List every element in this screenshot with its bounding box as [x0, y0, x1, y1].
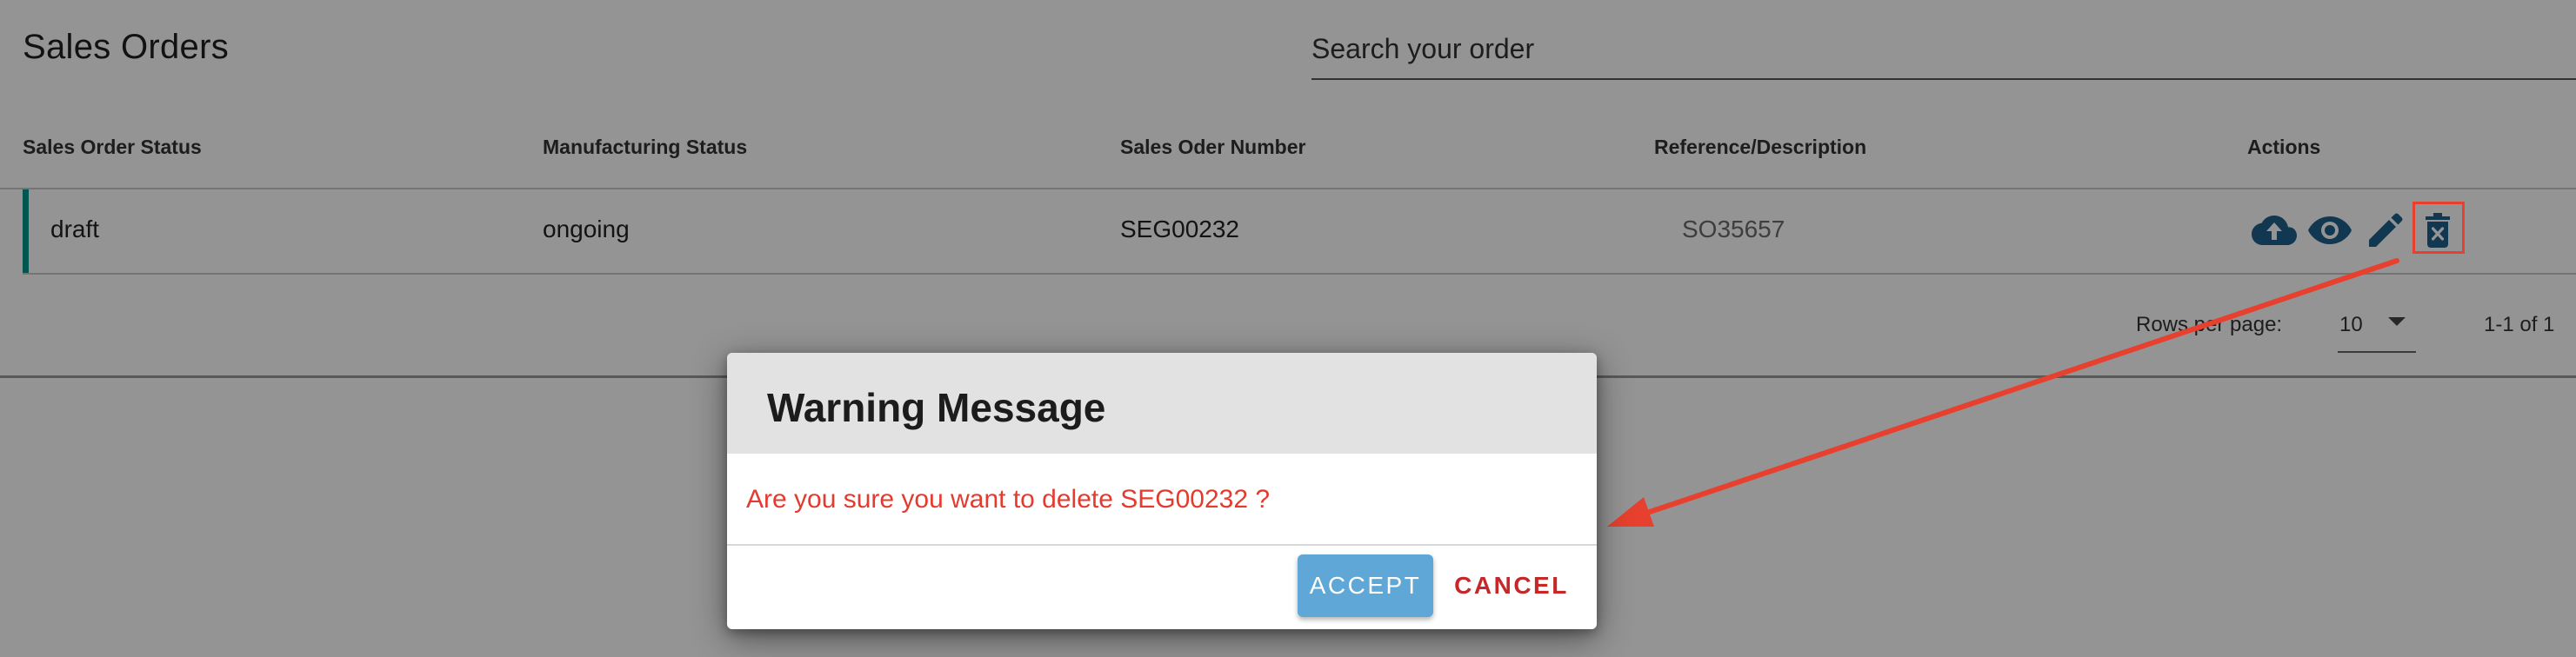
dialog-message: Are you sure you want to delete SEG00232…	[746, 485, 1271, 514]
dialog-body: Are you sure you want to delete SEG00232…	[727, 454, 1597, 546]
accept-button[interactable]: ACCEPT	[1298, 554, 1433, 617]
dialog-title: Warning Message	[767, 385, 1106, 430]
warning-dialog: Warning Message Are you sure you want to…	[727, 353, 1597, 629]
annotation-highlight-box	[2412, 202, 2465, 254]
dialog-header: Warning Message	[727, 353, 1597, 454]
cancel-button[interactable]: CANCEL	[1451, 554, 1572, 617]
